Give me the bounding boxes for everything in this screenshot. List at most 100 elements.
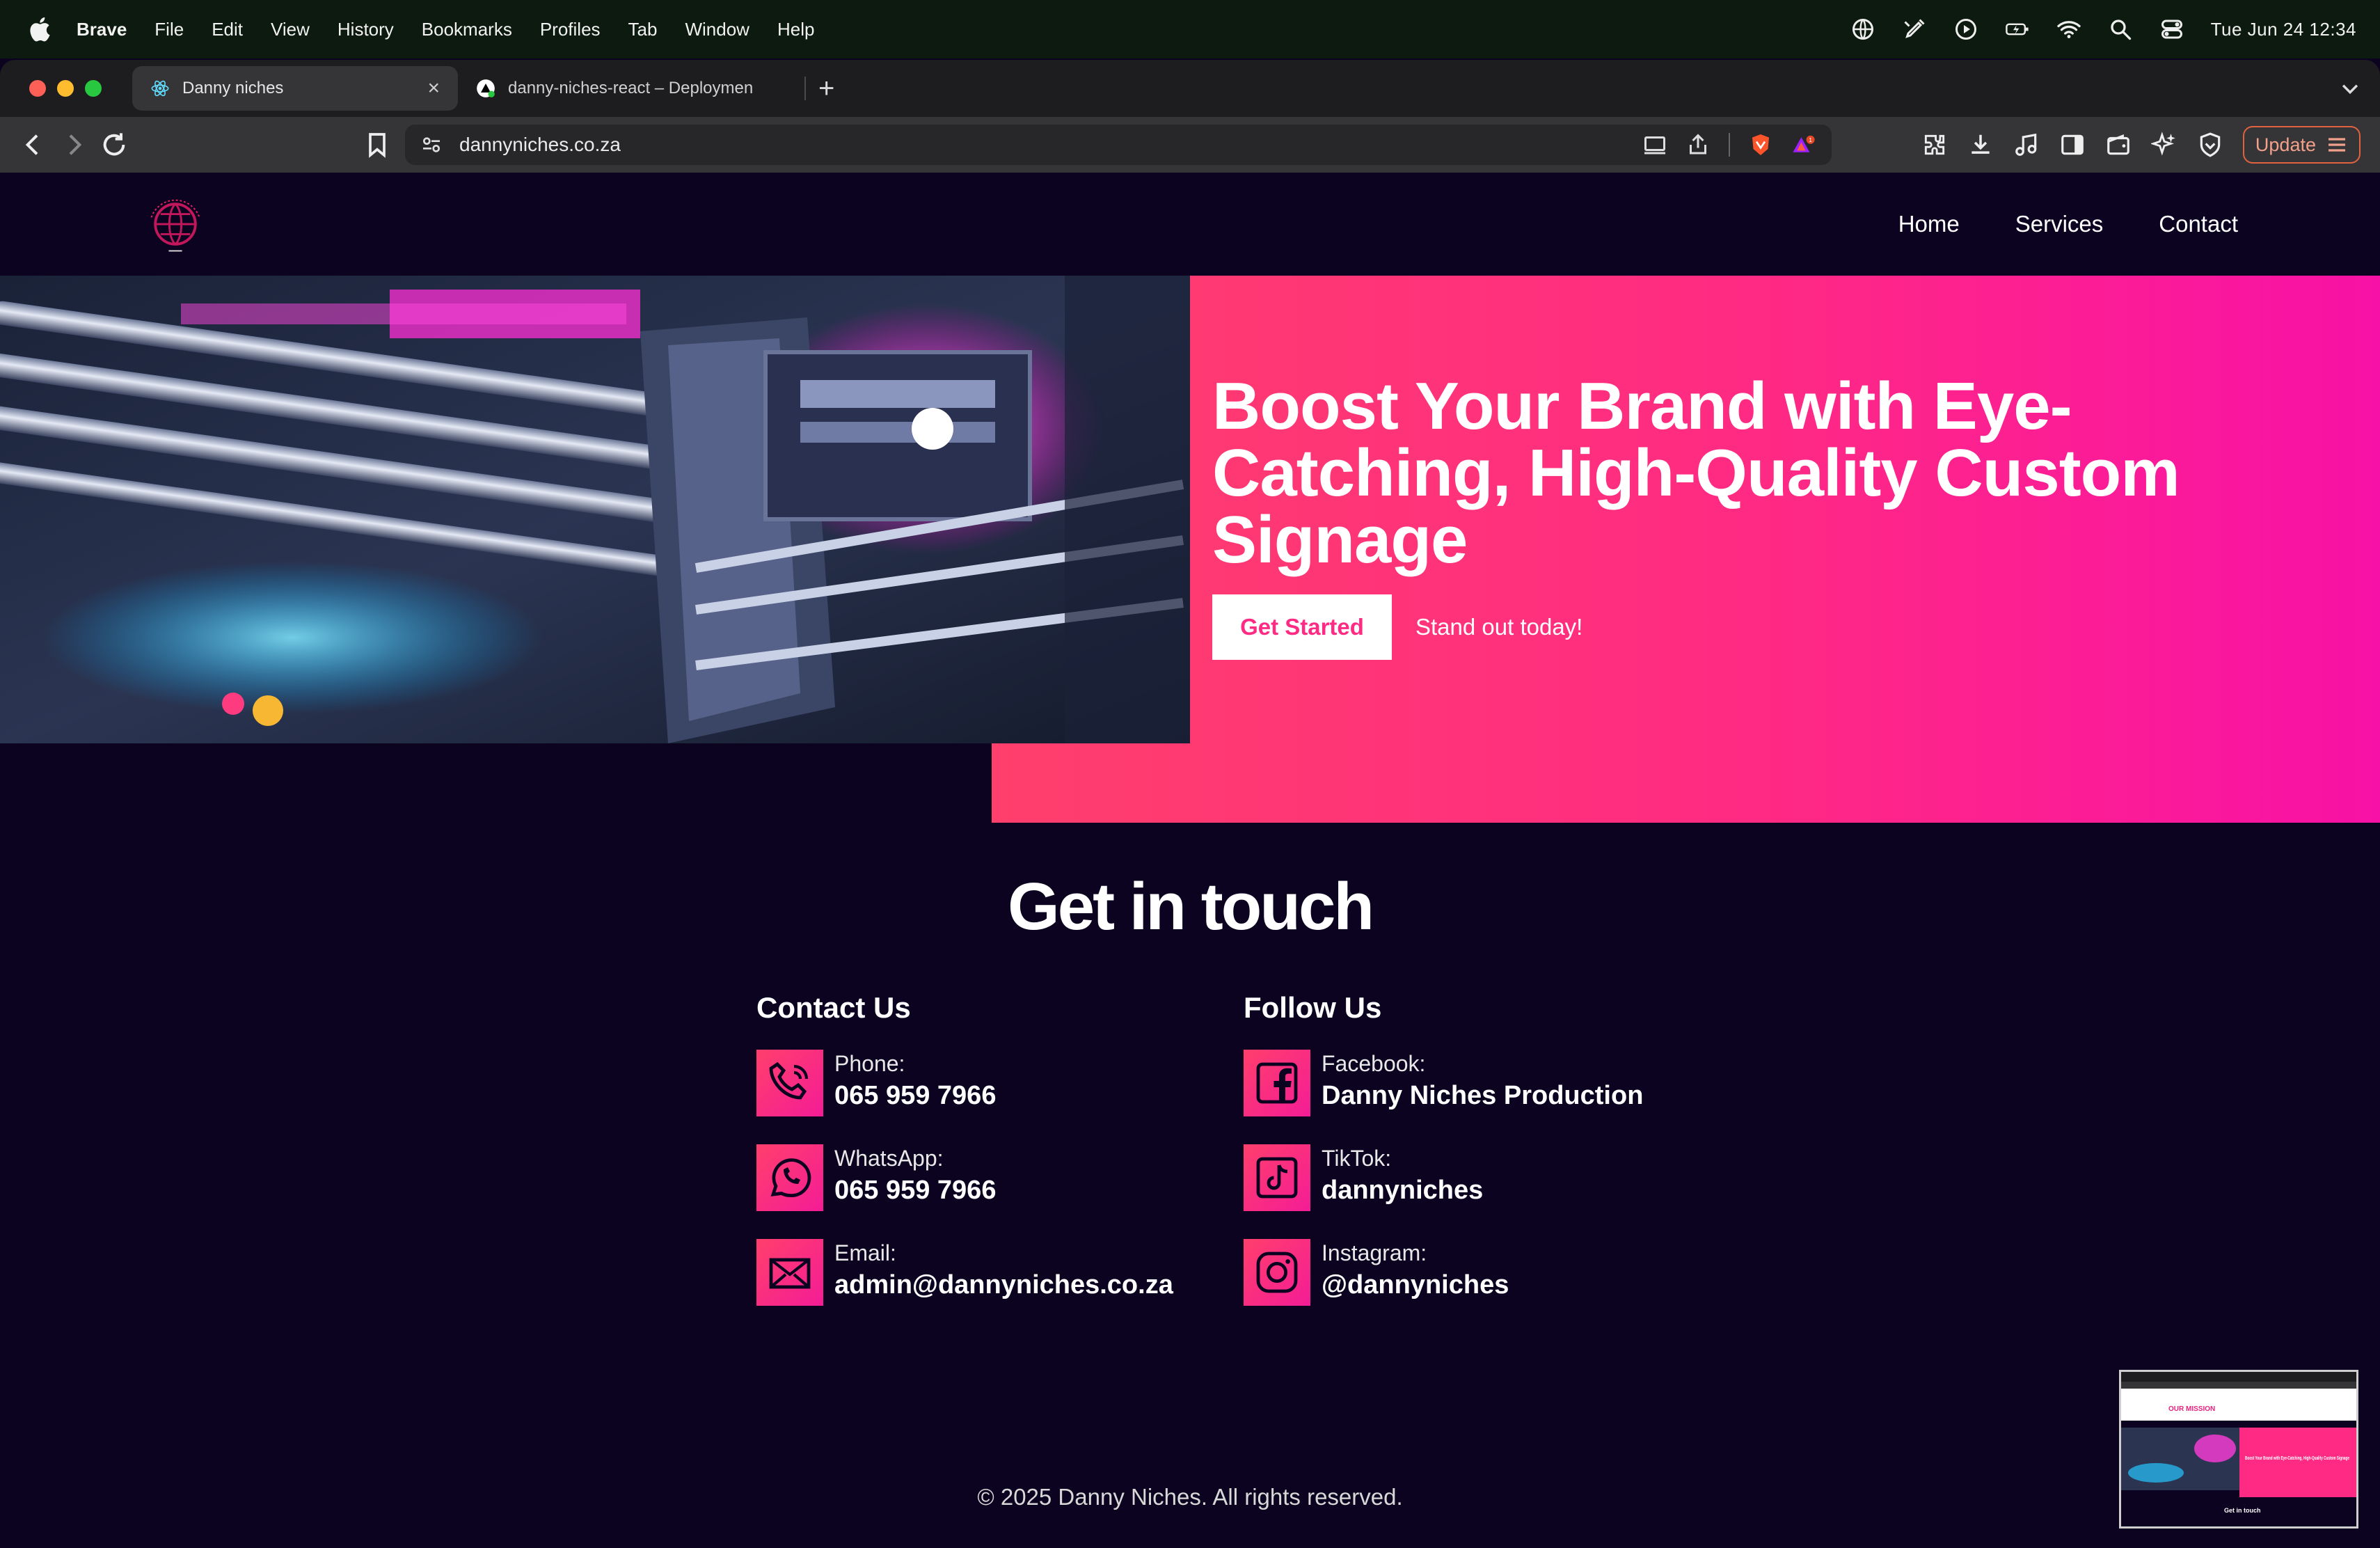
menu-window[interactable]: Window <box>685 19 749 40</box>
music-note-icon[interactable] <box>2013 132 2040 158</box>
contact-columns: Contact Us Phone: 065 959 7966 WhatsApp:… <box>756 991 1731 1334</box>
close-window-button[interactable] <box>29 80 46 97</box>
chevron-down-icon[interactable] <box>2338 77 2362 100</box>
globe-status-icon[interactable] <box>1850 17 1875 42</box>
minimize-window-button[interactable] <box>57 80 74 97</box>
printer-illustration <box>0 276 1190 743</box>
url-text[interactable]: dannyniches.co.za <box>459 134 1642 156</box>
screenshot-thumbnail[interactable]: OUR MISSION Boost Your Brand with Eye-Ca… <box>2119 1370 2358 1529</box>
social-instagram[interactable]: Instagram: @dannyniches <box>1244 1239 1731 1306</box>
tab-title: danny-niches-react – Deploymen <box>508 79 754 97</box>
email-value[interactable]: admin@dannyniches.co.za <box>834 1267 1173 1303</box>
facebook-icon <box>1244 1050 1310 1116</box>
brave-rewards-icon[interactable]: 1 <box>1791 132 1816 157</box>
update-button[interactable]: Update <box>2242 126 2361 164</box>
site-settings-icon[interactable] <box>420 134 443 156</box>
tab-danny-niches[interactable]: Danny niches × <box>132 66 458 111</box>
contact-section: Get in touch Contact Us Phone: 065 959 7… <box>0 869 2380 1306</box>
forward-icon[interactable] <box>60 131 88 159</box>
contact-phone[interactable]: Phone: 065 959 7966 <box>756 1050 1244 1116</box>
close-tab-icon[interactable]: × <box>427 77 440 100</box>
thumb-contact-title: Get in touch <box>2224 1507 2261 1514</box>
spotlight-search-icon[interactable] <box>2108 17 2133 42</box>
follow-us-column: Follow Us Facebook: Danny Niches Product… <box>1244 991 1731 1334</box>
apple-logo-icon[interactable] <box>26 15 51 43</box>
pen-status-icon[interactable] <box>1902 17 1927 42</box>
new-tab-button[interactable]: + <box>818 73 834 104</box>
wallet-icon[interactable] <box>2105 132 2132 158</box>
phone-label: Phone: <box>834 1051 905 1076</box>
menu-edit[interactable]: Edit <box>212 19 243 40</box>
address-bar-actions: 1 <box>1642 132 1816 157</box>
contact-title: Get in touch <box>1008 869 1374 944</box>
address-divider <box>1729 133 1730 157</box>
control-center-icon[interactable] <box>2159 17 2184 42</box>
nav-contact-link[interactable]: Contact <box>2159 211 2238 237</box>
download-icon[interactable] <box>1967 132 1994 158</box>
vpn-shield-icon[interactable] <box>2197 132 2223 158</box>
address-bar[interactable]: dannyniches.co.za 1 <box>405 125 1832 165</box>
whatsapp-icon <box>756 1144 823 1211</box>
contact-email[interactable]: Email: admin@dannyniches.co.za <box>756 1239 1244 1306</box>
menu-tab[interactable]: Tab <box>628 19 658 40</box>
nav-home-link[interactable]: Home <box>1898 211 1960 237</box>
tab-strip: Danny niches × danny-niches-react – Depl… <box>0 60 2380 117</box>
site-nav: Home Services Contact <box>1898 211 2238 237</box>
rewards-badge: 1 <box>1809 136 1812 143</box>
tab-vercel-deployment[interactable]: danny-niches-react – Deploymen <box>458 66 792 111</box>
share-icon[interactable] <box>1685 132 1711 157</box>
sidebar-icon[interactable] <box>2059 132 2086 158</box>
battery-charging-icon[interactable] <box>2005 17 2030 42</box>
reload-icon[interactable] <box>100 131 128 159</box>
hero-tagline: Stand out today! <box>1415 614 1583 640</box>
hamburger-menu-icon <box>2329 138 2345 152</box>
play-status-icon[interactable] <box>1953 17 1978 42</box>
instagram-value[interactable]: @dannyniches <box>1322 1267 1509 1303</box>
window-controls <box>29 80 102 97</box>
react-favicon-icon <box>151 80 169 97</box>
danny-niches-logo[interactable] <box>142 191 209 258</box>
leo-ai-icon[interactable] <box>2150 132 2177 158</box>
brave-shields-icon[interactable] <box>1748 132 1773 157</box>
social-tiktok[interactable]: TikTok: dannyniches <box>1244 1144 1731 1211</box>
nav-services-link[interactable]: Services <box>2015 211 2104 237</box>
menu-help[interactable]: Help <box>777 19 814 40</box>
facebook-label: Facebook: <box>1322 1051 1426 1076</box>
thumb-hero-title: Boost Your Brand with Eye-Catching, High… <box>2245 1456 2349 1461</box>
tiktok-icon <box>1244 1144 1310 1211</box>
wifi-icon[interactable] <box>2056 17 2081 42</box>
menu-profiles[interactable]: Profiles <box>540 19 601 40</box>
bookmark-icon[interactable] <box>363 131 391 159</box>
menu-history[interactable]: History <box>338 19 394 40</box>
web-page: Home Services Contact Boost Your Brand w… <box>0 173 2380 1547</box>
update-label: Update <box>2255 134 2316 155</box>
extensions-puzzle-icon[interactable] <box>1921 132 1948 158</box>
follow-us-heading: Follow Us <box>1244 991 1382 1024</box>
envelope-icon <box>756 1239 823 1306</box>
contact-whatsapp[interactable]: WhatsApp: 065 959 7966 <box>756 1144 1244 1211</box>
menu-view[interactable]: View <box>271 19 310 40</box>
instagram-label: Instagram: <box>1322 1240 1427 1265</box>
cast-icon[interactable] <box>1642 132 1667 157</box>
hero-title: Boost Your Brand with Eye-Catching, High… <box>1212 369 2180 577</box>
menu-file[interactable]: File <box>154 19 184 40</box>
back-icon[interactable] <box>19 131 47 159</box>
zoom-window-button[interactable] <box>85 80 102 97</box>
menu-bookmarks[interactable]: Bookmarks <box>422 19 512 40</box>
browser-toolbar: dannyniches.co.za 1 Update <box>0 117 2380 173</box>
tiktok-value[interactable]: dannyniches <box>1322 1172 1483 1208</box>
toolbar-actions: Update <box>1921 126 2361 164</box>
whatsapp-value[interactable]: 065 959 7966 <box>834 1172 996 1208</box>
menubar-clock[interactable]: Tue Jun 24 12:34 <box>2211 19 2356 40</box>
phone-value[interactable]: 065 959 7966 <box>834 1077 996 1114</box>
thumb-mission-label: OUR MISSION <box>2168 1405 2215 1413</box>
hero-printer-image <box>0 276 1190 743</box>
menu-app-brave[interactable]: Brave <box>77 19 127 40</box>
browser-window: Danny niches × danny-niches-react – Depl… <box>0 60 2380 1548</box>
vercel-favicon-icon <box>477 79 495 97</box>
get-started-button[interactable]: Get Started <box>1212 594 1392 660</box>
facebook-value[interactable]: Danny Niches Production <box>1322 1077 1643 1114</box>
social-facebook[interactable]: Facebook: Danny Niches Production <box>1244 1050 1731 1116</box>
contact-us-heading: Contact Us <box>756 991 911 1024</box>
whatsapp-label: WhatsApp: <box>834 1146 944 1171</box>
